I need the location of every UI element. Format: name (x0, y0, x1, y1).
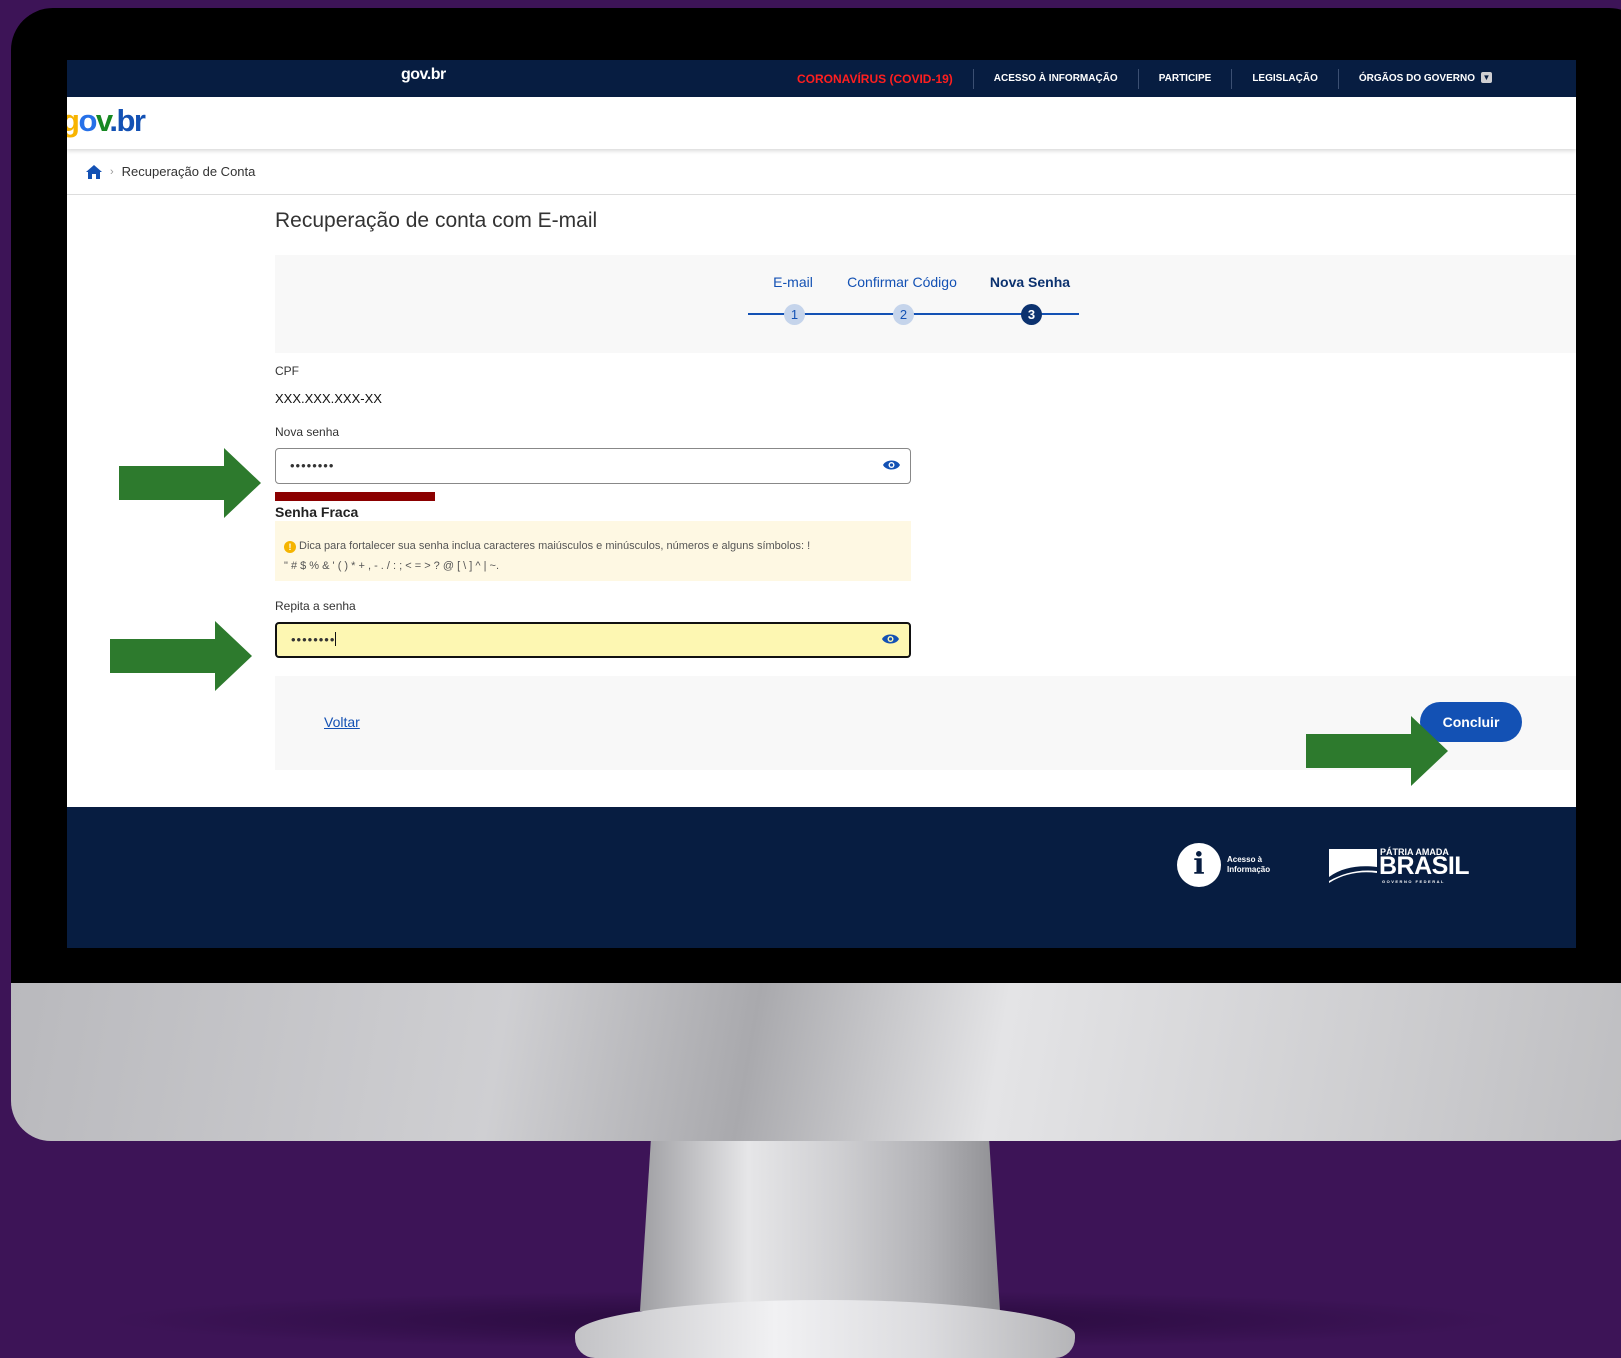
new-password-value: •••••••• (290, 458, 335, 473)
step-new-password-label: Nova Senha (989, 274, 1071, 290)
repeat-password-input[interactable]: •••••••• (275, 622, 911, 658)
logo-letters-br: br (116, 103, 146, 138)
brasil-sub-text: GOVERNO FEDERAL (1382, 879, 1445, 884)
breadcrumb: › Recuperação de Conta (67, 149, 1576, 195)
breadcrumb-separator: › (110, 165, 114, 178)
brasil-flag-icon (1329, 849, 1377, 883)
logo-letter-g: g (67, 103, 80, 138)
browser-screen: gov.br CORONAVÍRUS (COVID-19) ACESSO À I… (67, 60, 1576, 948)
annotation-arrow-new-password (119, 448, 261, 518)
info-line-1: Acesso à (1227, 855, 1263, 864)
info-line-2: Informação (1227, 865, 1271, 874)
new-password-label: Nova senha (275, 425, 340, 439)
info-icon: i (1177, 843, 1221, 887)
brasil-main-text: BRASIL (1379, 852, 1470, 880)
breadcrumb-current: Recuperação de Conta (121, 164, 256, 179)
topbar-nav: CORONAVÍRUS (COVID-19) ACESSO À INFORMAÇ… (777, 60, 1512, 97)
gov-top-bar: gov.br CORONAVÍRUS (COVID-19) ACESSO À I… (67, 60, 1576, 97)
topbar-link-legislacao[interactable]: LEGISLAÇÃO (1231, 68, 1338, 89)
back-link[interactable]: Voltar (324, 714, 360, 730)
step-confirm-code-label: Confirmar Código (847, 274, 957, 290)
logo-letter-o: o (78, 103, 97, 138)
site-header: gov.br (67, 97, 1576, 149)
step-email-label: E-mail (773, 274, 813, 290)
acesso-informacao-text: Acesso à Informação (1227, 855, 1287, 875)
annotation-arrow-repeat-password (110, 621, 252, 691)
acesso-informacao-logo[interactable]: i Acesso à Informação (1177, 843, 1287, 887)
tip-line-2: " # $ % & ' ( ) * + , - . / : ; < = > ? … (284, 560, 500, 572)
govbr-logo[interactable]: gov.br (67, 103, 146, 139)
repeat-password-label: Repita a senha (275, 599, 356, 613)
password-tip: ! Dica para fortalecer sua senha inclua c… (275, 521, 911, 581)
password-strength-label: Senha Fraca (275, 504, 359, 520)
stepper: E-mail Confirmar Código Nova Senha 1 2 3 (275, 255, 1576, 353)
warning-icon: ! (284, 541, 296, 553)
home-icon[interactable] (86, 164, 102, 179)
password-strength-bar (275, 492, 435, 501)
chevron-down-icon: ▼ (1481, 71, 1492, 83)
monitor-chin (11, 983, 1621, 1141)
topbar-link-orgaos-label: ÓRGÃOS DO GOVERNO (1358, 72, 1475, 84)
step-3-indicator: 3 (1021, 304, 1042, 325)
logo-letter-v: v (95, 103, 111, 138)
cpf-value: XXX.XXX.XXX-XX (275, 391, 382, 406)
topbar-link-coronavirus[interactable]: CORONAVÍRUS (COVID-19) (777, 69, 973, 89)
monitor-stand-neck (640, 1141, 1000, 1311)
text-cursor (335, 632, 337, 646)
eye-icon[interactable] (882, 633, 899, 645)
topbar-logo[interactable]: gov.br (401, 66, 446, 84)
annotation-arrow-conclude (1306, 716, 1448, 786)
tip-line-1: Dica para fortalecer sua senha inclua ca… (299, 540, 811, 552)
repeat-password-value: •••••••• (291, 632, 336, 647)
step-1-indicator: 1 (784, 304, 805, 325)
cpf-label: CPF (275, 364, 299, 378)
topbar-link-orgaos[interactable]: ÓRGÃOS DO GOVERNO ▼ (1337, 68, 1512, 89)
new-password-input[interactable]: •••••••• (275, 448, 911, 484)
patria-amada-brasil-logo[interactable]: PÁTRIA AMADA BRASIL GOVERNO FEDERAL (1329, 847, 1470, 885)
step-2-indicator: 2 (893, 304, 914, 325)
topbar-link-acesso-informacao[interactable]: ACESSO À INFORMAÇÃO (972, 68, 1138, 89)
footer: i Acesso à Informação PÁTRIA AMADA BRASI… (67, 807, 1576, 948)
topbar-link-participe[interactable]: PARTICIPE (1137, 68, 1232, 89)
page-title: Recuperação de conta com E-mail (275, 209, 598, 232)
eye-icon[interactable] (883, 459, 900, 471)
